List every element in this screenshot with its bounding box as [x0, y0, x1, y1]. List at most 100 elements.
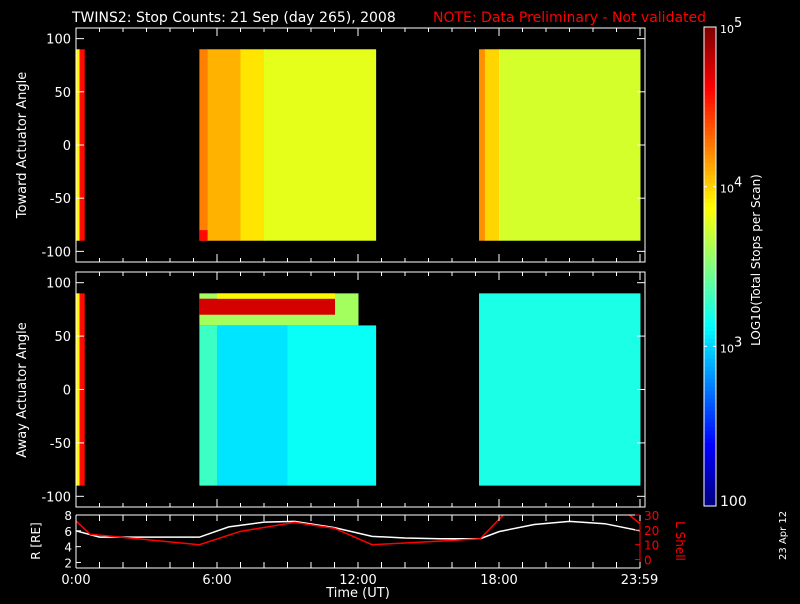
- x-tick-label: 23:59: [621, 573, 658, 588]
- colorbar-segment: [704, 74, 716, 80]
- preliminary-note: NOTE: Data Preliminary - Not validated: [433, 10, 706, 26]
- away-ylabel: Away Actuator Angle: [15, 322, 30, 457]
- heatmap-cell: [199, 230, 209, 241]
- colorbar-segment: [704, 34, 716, 40]
- y-tick-label: -50: [50, 192, 71, 207]
- heatmap-cell: [199, 49, 209, 241]
- y-tick-label: 100: [46, 33, 71, 48]
- stop-counts-figure: TWINS2: Stop Counts: 21 Sep (day 265), 2…: [15, 10, 789, 601]
- colorbar: 100 103 104 105: [703, 16, 747, 510]
- lshell-tick-label: 10: [644, 539, 659, 553]
- colorbar-segment: [704, 314, 716, 319]
- colorbar-segment: [704, 178, 716, 184]
- colorbar-segment: [704, 30, 716, 36]
- colorbar-segment: [704, 394, 716, 399]
- datestamp: 23 Apr 12: [778, 511, 789, 560]
- y-tick-label: 50: [54, 86, 71, 101]
- colorbar-segment: [704, 254, 716, 260]
- colorbar-segment: [704, 334, 716, 339]
- colorbar-segment: [704, 426, 716, 431]
- colorbar-segment: [704, 258, 716, 264]
- colorbar-segment: [704, 186, 716, 192]
- colorbar-segment: [704, 226, 716, 232]
- colorbar-segment: [704, 430, 716, 435]
- colorbar-segment: [704, 330, 716, 335]
- colorbar-segment: [704, 138, 716, 144]
- colorbar-segment: [704, 382, 716, 387]
- colorbar-segment: [704, 270, 716, 276]
- colorbar-segment: [704, 470, 716, 475]
- colorbar-segment: [704, 206, 716, 212]
- heatmap-cell: [217, 293, 335, 299]
- colorbar-segment: [704, 446, 716, 451]
- colorbar-segment: [704, 434, 716, 439]
- colorbar-segment: [704, 390, 716, 395]
- colorbar-segment: [704, 458, 716, 463]
- colorbar-segment: [704, 486, 716, 491]
- colorbar-segment: [704, 162, 716, 168]
- r-axis-label: R [RE]: [29, 522, 43, 559]
- toward-panel: 100 50 0 -50 -100: [41, 27, 646, 263]
- colorbar-segment: [704, 38, 716, 44]
- colorbar-segment: [704, 142, 716, 148]
- y-tick-label: 0: [63, 384, 71, 399]
- r-tick-label: 6: [64, 525, 72, 539]
- colorbar-segment: [704, 102, 716, 108]
- y-tick-label: 50: [54, 330, 71, 345]
- heatmap-cell: [207, 49, 241, 241]
- colorbar-tick-label: 105: [720, 16, 742, 36]
- time-axis-label: Time (UT): [325, 586, 390, 600]
- colorbar-segment: [704, 150, 716, 156]
- colorbar-segment: [704, 398, 716, 403]
- colorbar-segment: [704, 354, 716, 359]
- colorbar-segment: [704, 246, 716, 252]
- heatmap-cell: [199, 325, 218, 486]
- colorbar-segment: [704, 326, 716, 331]
- colorbar-segment: [704, 266, 716, 272]
- colorbar-segment: [704, 286, 716, 292]
- colorbar-segment: [704, 378, 716, 383]
- ephemeris-panel: 0:00 6:00 12:00 18:00 23:5924680102030: [61, 509, 659, 588]
- colorbar-segment: [704, 122, 716, 128]
- toward-ylabel: Toward Actuator Angle: [15, 72, 30, 219]
- colorbar-segment: [704, 414, 716, 419]
- colorbar-segment: [704, 218, 716, 224]
- colorbar-tick-label: 104: [720, 176, 742, 196]
- colorbar-segment: [704, 166, 716, 172]
- colorbar-segment: [704, 482, 716, 487]
- colorbar-segment: [704, 214, 716, 220]
- colorbar-segment: [704, 242, 716, 248]
- lshell-tick-label: 20: [644, 524, 659, 538]
- colorbar-segment: [704, 174, 716, 180]
- y-tick-label: 0: [63, 139, 71, 154]
- colorbar-segment: [704, 466, 716, 471]
- colorbar-segment: [704, 58, 716, 64]
- colorbar-segment: [704, 362, 716, 367]
- colorbar-segment: [704, 170, 716, 176]
- colorbar-segment: [704, 302, 716, 308]
- r-tick-label: 8: [64, 509, 72, 523]
- colorbar-segment: [704, 350, 716, 355]
- colorbar-segment: [704, 478, 716, 483]
- colorbar-segment: [704, 410, 716, 415]
- colorbar-segment: [704, 27, 716, 32]
- colorbar-segment: [704, 278, 716, 284]
- colorbar-segment: [704, 490, 716, 495]
- x-tick-label: 6:00: [202, 573, 231, 588]
- colorbar-segment: [704, 294, 716, 300]
- y-tick-label: 100: [46, 277, 71, 292]
- colorbar-segment: [704, 366, 716, 371]
- lshell-line: [76, 515, 505, 546]
- heatmap-cell: [479, 49, 486, 241]
- colorbar-segment: [704, 462, 716, 467]
- x-tick-label: 0:00: [61, 573, 90, 588]
- colorbar-segment: [704, 210, 716, 216]
- heatmap-cell: [499, 49, 641, 241]
- colorbar-segment: [704, 238, 716, 244]
- colorbar-segment: [704, 418, 716, 423]
- y-tick-label: -100: [41, 490, 71, 505]
- colorbar-segment: [704, 54, 716, 60]
- colorbar-segment: [704, 98, 716, 104]
- heatmap-cell: [484, 49, 500, 241]
- colorbar-segment: [704, 234, 716, 240]
